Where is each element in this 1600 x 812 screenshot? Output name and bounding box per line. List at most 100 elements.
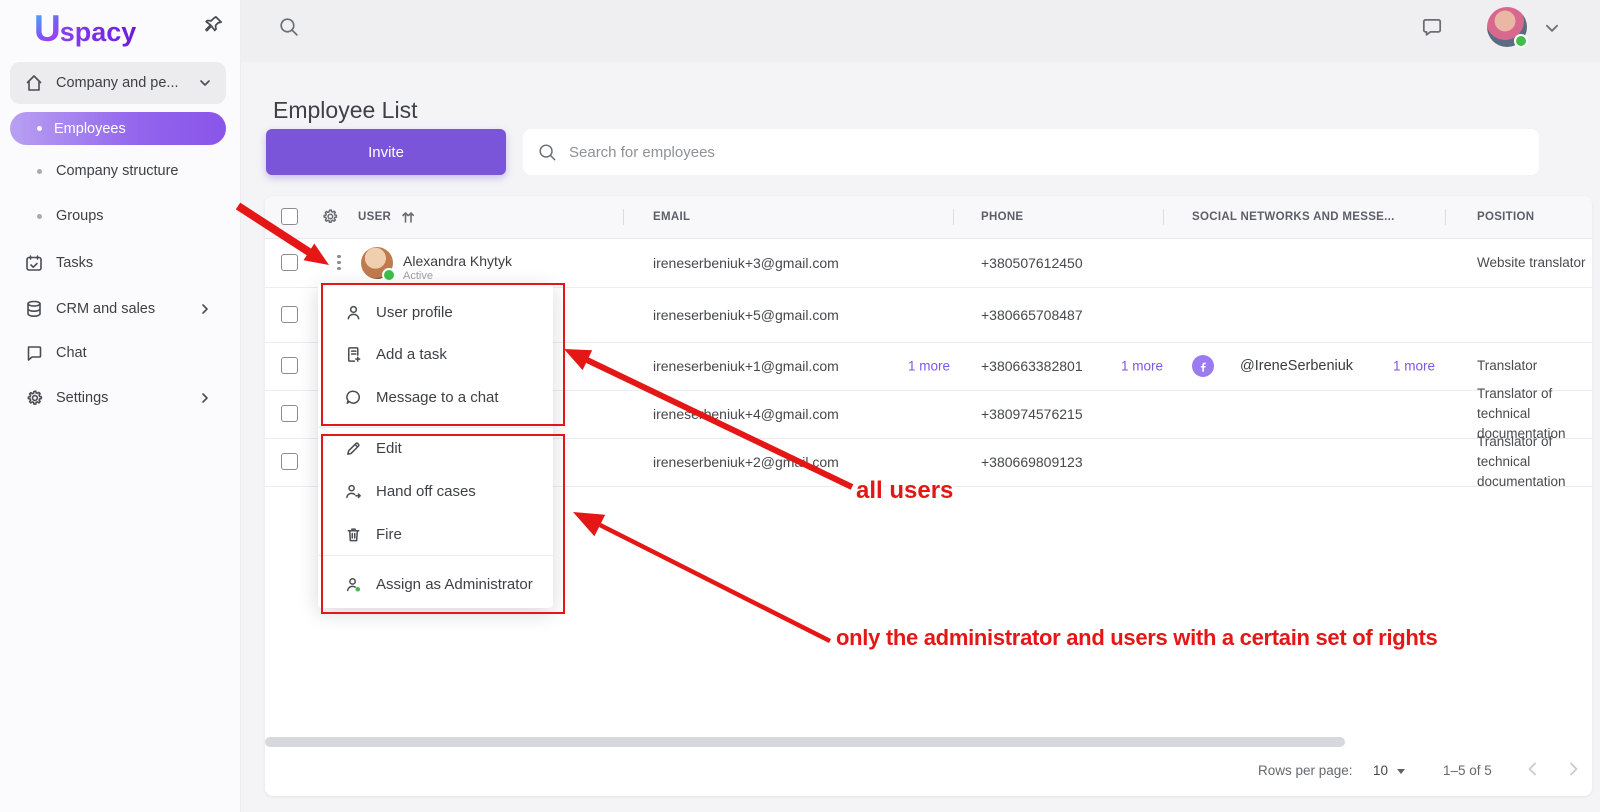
app-root: { "brand": {"logo_mark": "U", "logo_text… [0, 0, 1600, 812]
table-settings-gear-icon[interactable] [320, 207, 339, 226]
admin-icon [344, 575, 363, 594]
logo-text: spacy [60, 17, 137, 48]
employee-search-field[interactable] [523, 129, 1539, 175]
search-icon [537, 142, 557, 162]
messages-icon[interactable] [1420, 15, 1444, 39]
employee-email[interactable]: ireneserbeniuk+1@gmail.com [653, 358, 839, 374]
online-status-dot [1514, 34, 1528, 48]
sidebar-item-company-structure[interactable]: Company structure [10, 156, 226, 186]
column-divider [953, 209, 954, 225]
column-divider [1445, 209, 1446, 225]
sidebar-item-label: Company and pe... [56, 75, 198, 91]
sidebar: Uspacy Company and pe... Employees Compa… [0, 0, 241, 812]
column-divider [1163, 209, 1164, 225]
employee-name[interactable]: Alexandra Khytyk [403, 253, 512, 269]
horizontal-scrollbar[interactable] [265, 737, 1345, 747]
rows-per-page-label: Rows per page: [1258, 763, 1353, 778]
chevron-right-icon [198, 391, 212, 405]
pencil-icon [344, 439, 363, 458]
menu-item-label: Fire [376, 526, 402, 543]
profile-chevron-down-icon[interactable] [1543, 19, 1561, 37]
employee-email[interactable]: ireneserbeniuk+3@gmail.com [653, 255, 839, 271]
employee-phone[interactable]: +380974576215 [981, 406, 1083, 422]
column-header-position[interactable]: POSITION [1477, 211, 1534, 223]
menu-item-label: Message to a chat [376, 389, 499, 406]
calendar-icon [24, 253, 44, 273]
bullet-dot [37, 214, 42, 219]
row-checkbox[interactable] [281, 254, 298, 271]
sidebar-item-label: Tasks [56, 255, 212, 271]
employee-email[interactable]: ireneserbeniuk+5@gmail.com [653, 307, 839, 323]
row-actions-kebab-icon[interactable] [331, 249, 347, 275]
previous-page-icon[interactable] [1523, 759, 1543, 779]
task-add-icon [344, 345, 363, 364]
database-icon [24, 299, 44, 319]
uspacy-logo[interactable]: Uspacy [34, 8, 136, 50]
employee-position: Translator [1477, 356, 1592, 376]
employee-phone[interactable]: +380669809123 [981, 454, 1083, 470]
facebook-icon[interactable] [1192, 355, 1214, 377]
chat-bubble-icon [24, 343, 44, 363]
chevron-down-icon [198, 76, 212, 90]
sidebar-item-chat[interactable]: Chat [10, 333, 226, 373]
pin-sidebar-icon[interactable] [202, 14, 224, 36]
employee-status: Active [403, 270, 433, 282]
invite-button[interactable]: Invite [266, 129, 506, 175]
row-checkbox[interactable] [281, 453, 298, 470]
user-icon [344, 303, 363, 322]
employee-email[interactable]: ireneserbeniuk+2@gmail.com [653, 454, 839, 470]
chevron-right-icon [198, 302, 212, 316]
menu-item-message-to-a-chat[interactable]: Message to a chat [318, 379, 553, 415]
menu-item-edit[interactable]: Edit [318, 430, 553, 466]
sidebar-item-label: Chat [56, 345, 212, 361]
column-header-email[interactable]: EMAIL [653, 211, 690, 223]
email-more-link[interactable]: 1 more [908, 359, 950, 374]
annotation-label-all-users: all users [856, 477, 953, 505]
row-checkbox[interactable] [281, 357, 298, 374]
home-icon [24, 73, 44, 93]
menu-item-hand-off-cases[interactable]: Hand off cases [318, 473, 553, 509]
sidebar-item-label: Company structure [56, 163, 212, 179]
rows-per-page-value[interactable]: 10 [1373, 763, 1388, 778]
sidebar-item-company-and-people[interactable]: Company and pe... [10, 62, 226, 104]
sidebar-item-crm-and-sales[interactable]: CRM and sales [10, 289, 226, 329]
column-header-social[interactable]: SOCIAL NETWORKS AND MESSE... [1192, 211, 1395, 223]
next-page-icon[interactable] [1563, 759, 1583, 779]
menu-item-fire[interactable]: Fire [318, 516, 553, 552]
social-handle[interactable]: @IreneSerbeniuk [1240, 358, 1353, 374]
employee-phone[interactable]: +380507612450 [981, 255, 1083, 271]
rows-per-page-caret-icon[interactable] [1397, 769, 1405, 774]
menu-item-user-profile[interactable]: User profile [318, 294, 553, 330]
employee-avatar[interactable] [361, 247, 393, 279]
employee-position: Website translator [1477, 253, 1592, 273]
bullet-dot [37, 126, 42, 131]
row-checkbox[interactable] [281, 405, 298, 422]
gear-icon [24, 388, 44, 408]
sidebar-item-groups[interactable]: Groups [10, 201, 226, 231]
social-more-link[interactable]: 1 more [1393, 359, 1435, 374]
bullet-dot [37, 169, 42, 174]
row-checkbox[interactable] [281, 306, 298, 323]
menu-item-label: User profile [376, 304, 453, 321]
sidebar-item-employees[interactable]: Employees [10, 112, 226, 145]
employee-phone[interactable]: +380663382801 [981, 358, 1083, 374]
select-all-checkbox[interactable] [281, 208, 298, 225]
sort-arrows-icon[interactable] [400, 209, 416, 225]
employee-phone[interactable]: +380665708487 [981, 307, 1083, 323]
employee-search-input[interactable] [567, 143, 1525, 162]
menu-item-assign-as-administrator[interactable]: Assign as Administrator [318, 566, 553, 602]
user-avatar[interactable] [1487, 7, 1527, 47]
sidebar-item-settings[interactable]: Settings [10, 378, 226, 418]
menu-item-add-a-task[interactable]: Add a task [318, 336, 553, 372]
column-header-user[interactable]: USER [358, 211, 391, 223]
column-divider [623, 209, 624, 225]
sidebar-item-label: Settings [56, 390, 198, 406]
sidebar-item-tasks[interactable]: Tasks [10, 243, 226, 283]
message-icon [344, 388, 363, 407]
global-search-icon[interactable] [277, 15, 300, 38]
table-row[interactable]: Alexandra Khytyk Active ireneserbeniuk+3… [265, 238, 1592, 288]
column-header-phone[interactable]: PHONE [981, 211, 1023, 223]
menu-item-label: Hand off cases [376, 483, 476, 500]
phone-more-link[interactable]: 1 more [1121, 359, 1163, 374]
employee-email[interactable]: ireneserbeniuk+4@gmail.com [653, 406, 839, 422]
